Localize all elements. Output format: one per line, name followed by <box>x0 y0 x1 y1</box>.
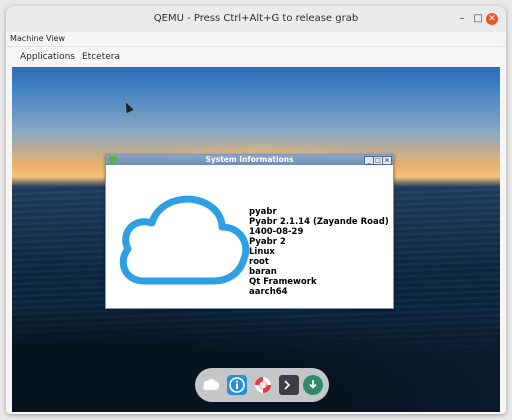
mouse-pointer-icon <box>122 100 134 114</box>
close-icon[interactable]: ✕ <box>486 13 498 25</box>
info-icon[interactable] <box>227 375 247 395</box>
download-icon[interactable] <box>303 375 323 395</box>
menu-view[interactable]: View <box>46 32 65 46</box>
system-info-dialog: System Informations _ □ × Hostname: pyab… <box>105 154 394 309</box>
info-value: 1400-08-29 <box>249 227 304 237</box>
guest-topbar: Applications Etcetera <box>12 47 500 67</box>
info-value: Pyabr 2.1.14 (Zayande Road) <box>249 217 389 227</box>
info-value: Pyabr 2 <box>249 237 286 247</box>
minimize-icon[interactable]: – <box>456 13 468 25</box>
dialog-close-icon[interactable]: × <box>382 156 392 165</box>
dock <box>195 368 329 402</box>
info-value: aarch64 <box>249 287 288 297</box>
cloud-icon[interactable] <box>201 375 221 395</box>
lifebuoy-icon[interactable] <box>253 375 273 395</box>
guest-desktop[interactable]: Applications Etcetera System Information… <box>12 47 500 412</box>
window-titlebar[interactable]: QEMU - Press Ctrl+Alt+G to release grab … <box>6 6 506 33</box>
cloud-logo-icon <box>119 195 250 285</box>
menu-machine[interactable]: Machine <box>10 32 44 46</box>
maximize-icon[interactable]: □ <box>472 13 484 25</box>
qemu-window: QEMU - Press Ctrl+Alt+G to release grab … <box>6 6 506 414</box>
terminal-icon[interactable] <box>279 375 299 395</box>
app-icon <box>109 156 117 164</box>
info-value: root <box>249 257 269 267</box>
menubar: Machine View <box>6 32 506 47</box>
info-value: Qt Framework <box>249 277 317 287</box>
menu-applications[interactable]: Applications <box>20 47 75 67</box>
window-title: QEMU - Press Ctrl+Alt+G to release grab <box>153 13 359 24</box>
info-value: baran <box>249 267 277 277</box>
info-value: Linux <box>249 247 275 257</box>
menu-etcetera[interactable]: Etcetera <box>82 47 120 67</box>
dialog-title: System Informations <box>205 155 294 164</box>
dialog-titlebar[interactable]: System Informations _ □ × <box>106 155 393 165</box>
info-value: pyabr <box>249 207 277 217</box>
